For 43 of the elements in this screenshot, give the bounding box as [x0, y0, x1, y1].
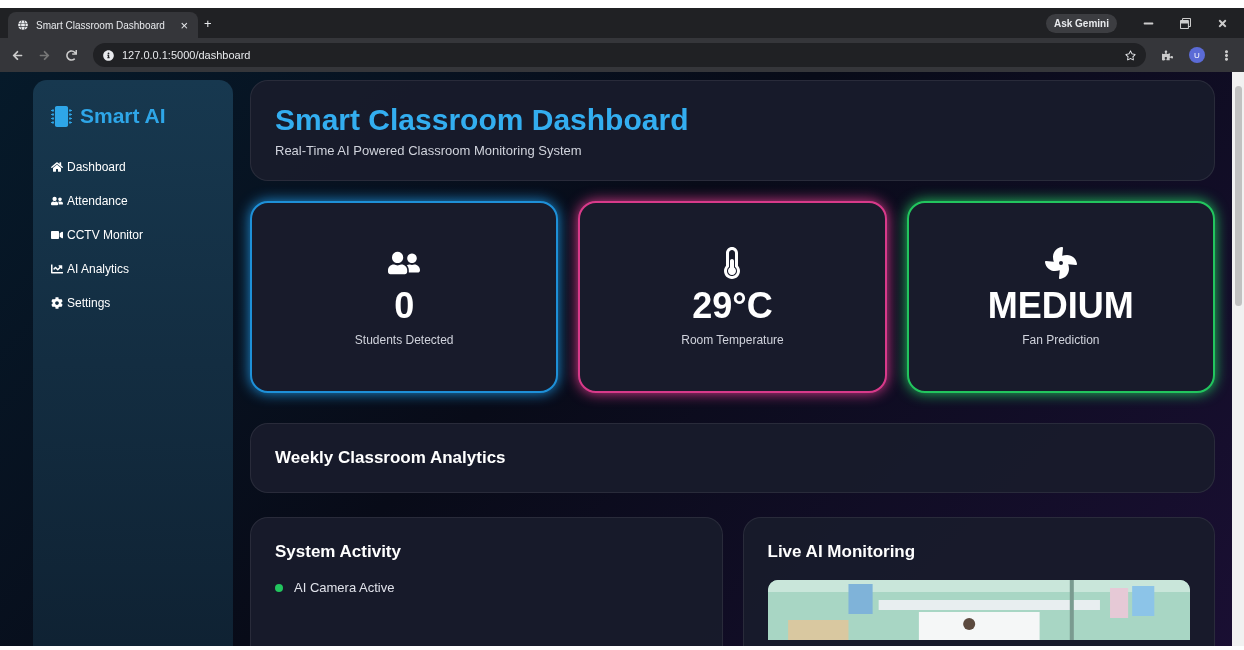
- address-bar[interactable]: 127.0.0.1:5000/dashboard: [93, 43, 1146, 67]
- stat-value: 0: [394, 285, 415, 327]
- star-icon[interactable]: [1125, 49, 1136, 61]
- forward-icon[interactable]: [39, 49, 50, 61]
- stat-label: Room Temperature: [681, 333, 784, 347]
- home-icon: [51, 161, 63, 173]
- close-tab-button[interactable]: ×: [180, 17, 188, 33]
- stat-value: 29°C: [692, 285, 773, 327]
- activity-text: AI Camera Active: [294, 580, 395, 595]
- people-icon: [51, 195, 63, 207]
- info-icon[interactable]: [103, 49, 114, 61]
- profile-avatar[interactable]: U: [1189, 47, 1205, 63]
- settings-icon: [51, 297, 63, 309]
- new-tab-button[interactable]: +: [204, 15, 212, 31]
- nav-link[interactable]: Dashboard: [51, 150, 215, 184]
- stat-label: Fan Prediction: [1022, 333, 1100, 347]
- scrollbar-thumb[interactable]: [1234, 86, 1242, 306]
- page-title: Smart Classroom Dashboard: [275, 103, 690, 137]
- brand-name: Smart AI: [80, 104, 166, 128]
- nav-link[interactable]: AI Analytics: [51, 252, 215, 286]
- fan-icon: [1044, 247, 1077, 279]
- card-title: Live AI Monitoring: [767, 542, 917, 562]
- chip-icon: [51, 105, 72, 127]
- line-chart-icon: [51, 263, 63, 275]
- reload-icon[interactable]: [66, 49, 77, 61]
- nav-link[interactable]: Attendance: [51, 184, 215, 218]
- nav-link[interactable]: Settings: [51, 286, 215, 320]
- ask-gemini-button[interactable]: Ask Gemini: [1045, 13, 1117, 33]
- restore-icon[interactable]: [1180, 17, 1191, 29]
- video-camera-icon: [51, 229, 63, 241]
- stat-value: MEDIUM: [987, 285, 1134, 327]
- browser-tab[interactable]: Smart Classroom Dashboard ×: [8, 12, 198, 38]
- nav-link[interactable]: CCTV Monitor: [51, 218, 215, 252]
- card-title: Weekly Classroom Analytics: [275, 448, 507, 468]
- tab-title: Smart Classroom Dashboard: [36, 19, 166, 31]
- puzzle-icon[interactable]: [1162, 49, 1173, 61]
- close-icon[interactable]: [1217, 17, 1228, 29]
- globe-icon: [18, 20, 28, 30]
- stat-label: Students Detected: [354, 333, 454, 347]
- url-text: 127.0.0.1:5000/dashboard: [122, 49, 251, 61]
- card-title: System Activity: [275, 542, 402, 562]
- page-subtitle: Real-Time AI Powered Classroom Monitoring System: [275, 143, 583, 158]
- back-icon[interactable]: [12, 49, 23, 61]
